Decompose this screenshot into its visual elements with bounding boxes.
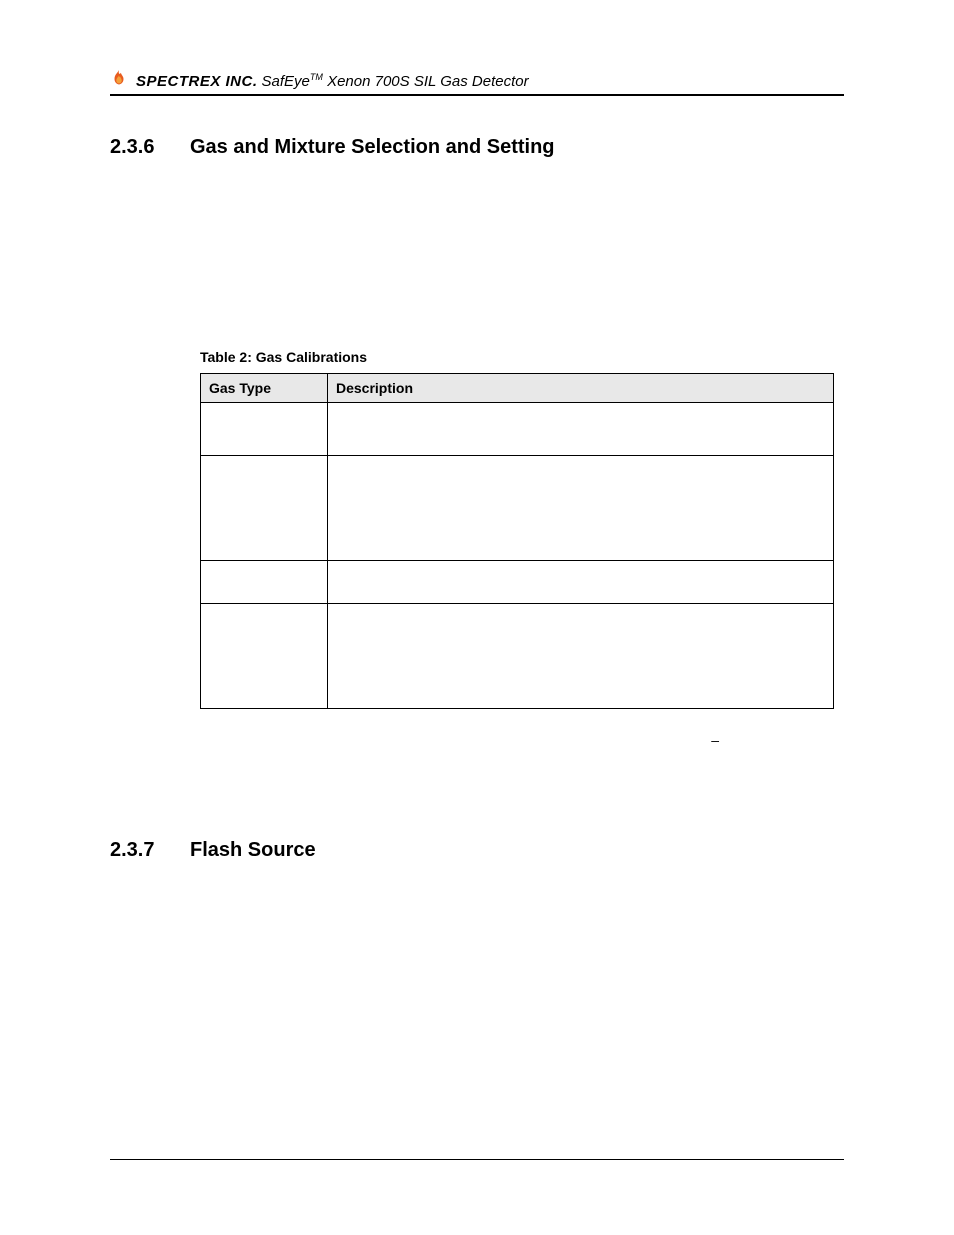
section-number: 2.3.7 <box>110 839 190 862</box>
table-block: Table 2: Gas Calibrations Gas Type Descr… <box>200 349 834 709</box>
flame-icon <box>110 70 128 88</box>
cell-gas-type <box>201 456 328 561</box>
product-name: SafEyeTM Xenon 700S SIL Gas Detector <box>262 72 529 90</box>
cell-description <box>328 456 834 561</box>
table-header-gas-type: Gas Type <box>201 374 328 403</box>
table-header-row: Gas Type Description <box>201 374 834 403</box>
document-page: SPECTREX INC. SafEyeTM Xenon 700S SIL Ga… <box>0 0 954 1235</box>
section-title: Flash Source <box>190 839 316 862</box>
cell-description <box>328 403 834 456</box>
gas-calibrations-table: Gas Type Description <box>200 373 834 709</box>
cell-gas-type <box>201 561 328 604</box>
company-logo <box>110 70 128 90</box>
table-row <box>201 456 834 561</box>
table-row <box>201 403 834 456</box>
product-suffix: Xenon 700S SIL Gas Detector <box>323 73 529 90</box>
table-caption: Table 2: Gas Calibrations <box>200 349 834 365</box>
company-name: SPECTREX INC. <box>136 73 258 90</box>
table-row <box>201 604 834 709</box>
section-heading-236: 2.3.6 Gas and Mixture Selection and Sett… <box>110 136 844 159</box>
table-body <box>201 403 834 709</box>
section-number: 2.3.6 <box>110 136 190 159</box>
table-header-description: Description <box>328 374 834 403</box>
section-title: Gas and Mixture Selection and Setting <box>190 136 555 159</box>
page-header: SPECTREX INC. SafEyeTM Xenon 700S SIL Ga… <box>110 70 844 96</box>
cell-description <box>328 561 834 604</box>
cell-description <box>328 604 834 709</box>
note-dash: – <box>711 732 719 748</box>
table-row <box>201 561 834 604</box>
cell-gas-type <box>201 604 328 709</box>
cell-gas-type <box>201 403 328 456</box>
trademark: TM <box>310 72 323 82</box>
section-heading-237: 2.3.7 Flash Source <box>110 839 844 862</box>
footer-rule <box>110 1159 844 1160</box>
product-prefix: SafEye <box>262 73 310 90</box>
